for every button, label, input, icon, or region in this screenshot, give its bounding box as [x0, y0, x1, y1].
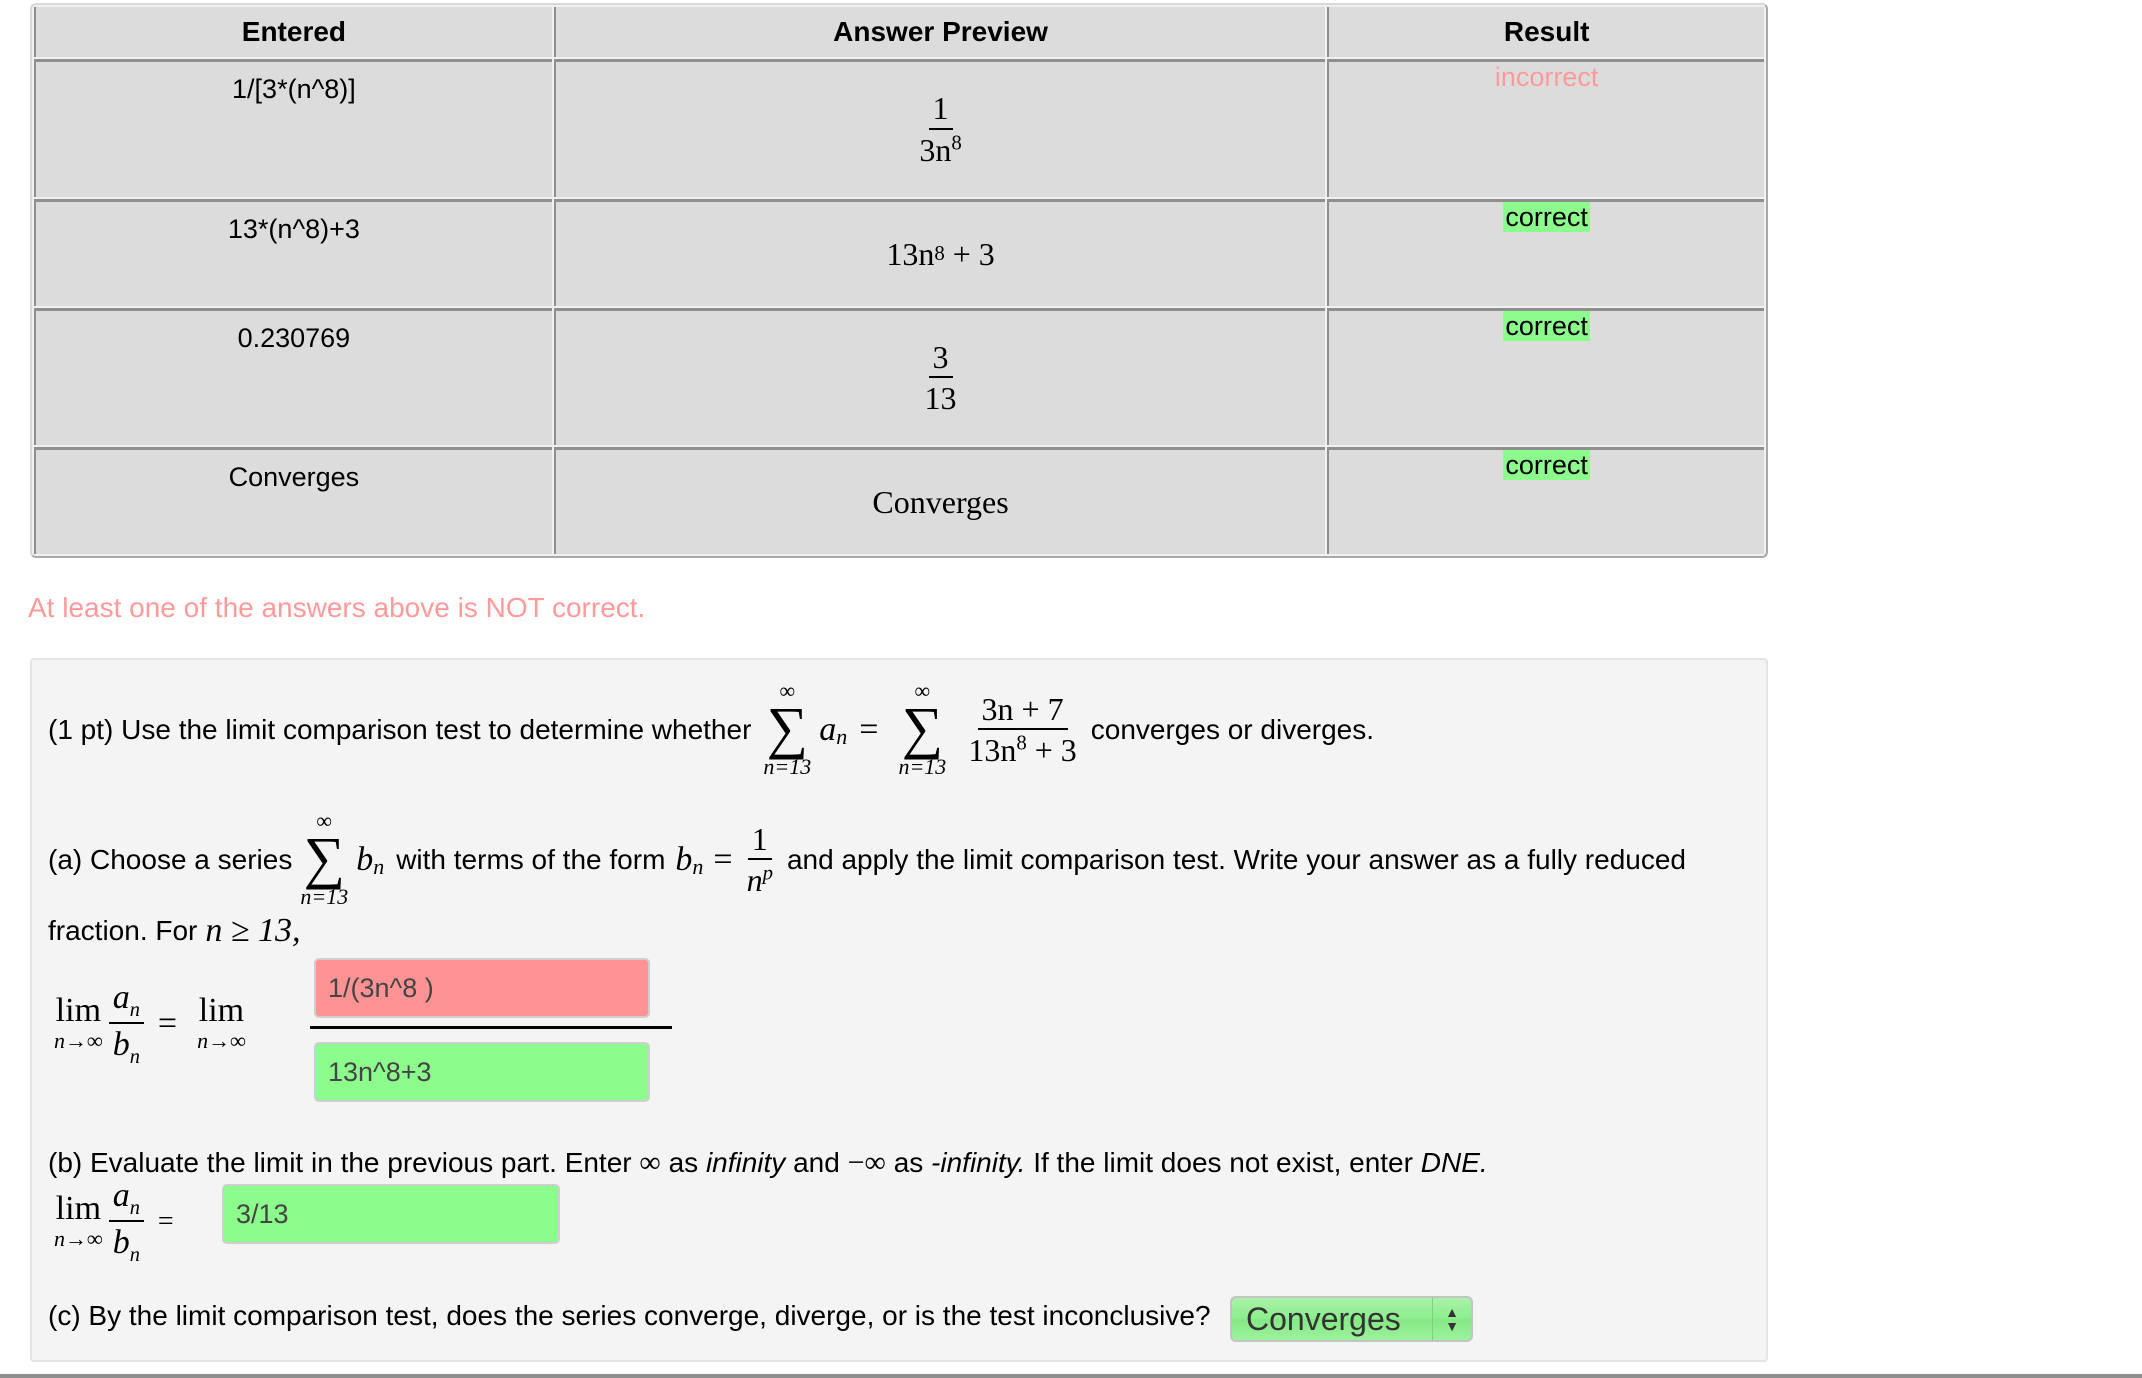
preview-cell: Converges — [553, 447, 1326, 554]
table-row: Converges Converges correct — [34, 447, 1764, 554]
sum-symbol: ∞ ∑ n=13 — [898, 678, 947, 780]
result-correct: correct — [1503, 202, 1590, 232]
table-row: 0.230769 3 13 correct — [34, 308, 1764, 445]
result-cell: correct — [1327, 308, 1764, 445]
problem-box: (1 pt) Use the limit comparison test to … — [30, 658, 1768, 1362]
preview-text: Converges — [872, 483, 1009, 520]
entered-cell: Converges — [34, 447, 552, 554]
converge-select[interactable]: Converges ▲ ▼ — [1230, 1296, 1473, 1342]
series-fraction: 3n + 7 13n8 + 3 — [968, 691, 1077, 769]
header-answer-preview: Answer Preview — [553, 7, 1326, 57]
results-table: Entered Answer Preview Result 1/[3*(n^8)… — [32, 5, 1766, 556]
entered-cell: 1/[3*(n^8)] — [34, 59, 552, 197]
entered-cell: 0.230769 — [34, 308, 552, 445]
incorrect-warning: At least one of the answers above is NOT… — [28, 592, 646, 623]
result-incorrect: incorrect — [1494, 62, 1599, 92]
an-over-bn: an bn — [108, 1176, 144, 1269]
entered-cell: 13*(n^8)+3 — [34, 199, 552, 306]
intro-text: (1 pt) Use the limit comparison test to … — [48, 714, 752, 746]
header-result: Result — [1327, 7, 1764, 57]
table-row: 13*(n^8)+3 13n 8 + 3 correct — [34, 199, 1764, 306]
table-header-row: Entered Answer Preview Result — [34, 7, 1764, 57]
select-arrows-icon: ▲ ▼ — [1432, 1298, 1471, 1340]
results-table-container: Entered Answer Preview Result 1/[3*(n^8)… — [30, 3, 1768, 558]
part-b-line: (b) Evaluate the limit in the previous p… — [48, 1146, 1488, 1179]
fraction-bar — [310, 1026, 672, 1029]
preview-cell: 3 13 — [553, 308, 1326, 445]
preview-expression: 13n 8 + 3 — [886, 235, 995, 272]
preview-cell: 13n 8 + 3 — [553, 199, 1326, 306]
preview-cell: 1 3n8 — [553, 59, 1326, 197]
part-b-limit: lim n→∞ an bn = — [48, 1176, 188, 1269]
part-a-line-2: fraction. For n ≥ 13, — [48, 912, 301, 949]
denominator-input[interactable] — [314, 1042, 650, 1102]
result-cell: incorrect — [1327, 59, 1764, 197]
result-cell: correct — [1327, 447, 1764, 554]
an-over-bn: an bn — [108, 978, 144, 1071]
outro-text: converges or diverges. — [1090, 714, 1375, 746]
bottom-divider — [0, 1374, 2142, 1378]
result-correct: correct — [1503, 450, 1590, 480]
limit-value-input[interactable] — [222, 1184, 560, 1244]
problem-intro-line: (1 pt) Use the limit comparison test to … — [48, 678, 1375, 780]
sum-symbol: ∞ ∑ n=13 — [763, 678, 812, 780]
result-cell: correct — [1327, 199, 1764, 306]
sum-symbol: ∞ ∑ n=13 — [300, 808, 349, 910]
part-c-line: (c) By the limit comparison test, does t… — [48, 1300, 1211, 1331]
preview-fraction: 1 3n8 — [919, 90, 962, 168]
limit-expression: lim n→∞ an bn = lim n→∞ — [48, 978, 252, 1071]
bn-fraction: 1 np — [746, 821, 773, 899]
result-correct: correct — [1503, 311, 1590, 341]
numerator-input[interactable] — [314, 958, 650, 1018]
preview-fraction: 3 13 — [924, 338, 957, 417]
table-row: 1/[3*(n^8)] 1 3n8 incorrect — [34, 59, 1764, 197]
part-a-line: (a) Choose a series ∞ ∑ n=13 bn with ter… — [48, 808, 1686, 910]
header-entered: Entered — [34, 7, 552, 57]
